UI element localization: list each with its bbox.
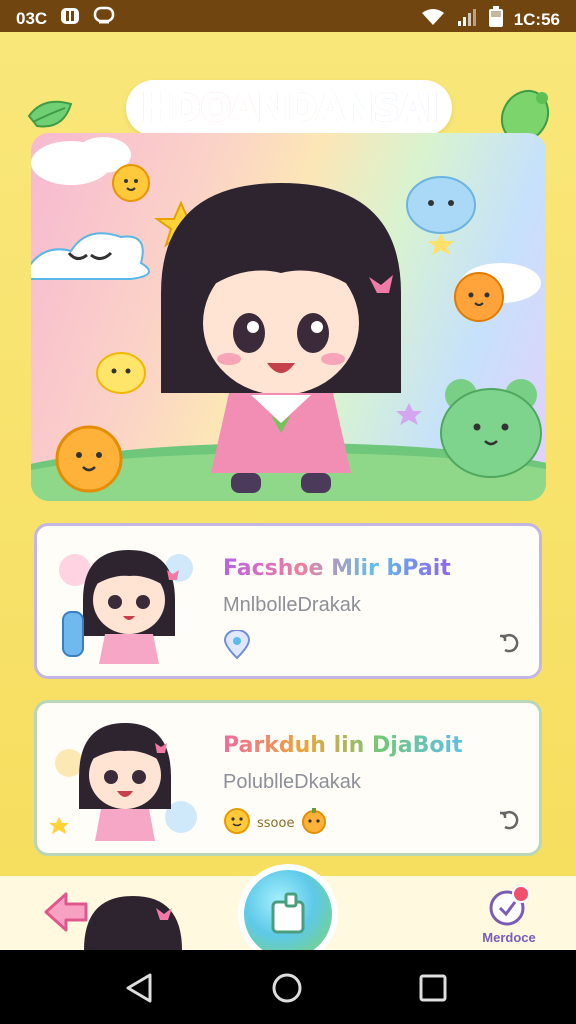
app-screen: HDOANDANSAI Facshoe Mlir bPait MnlbolleD… <box>0 32 576 950</box>
refresh-icon[interactable] <box>497 807 521 835</box>
location-pin-icon[interactable] <box>223 629 251 664</box>
card-subtitle: PolublleDkakak <box>223 771 361 793</box>
system-nav-bar <box>0 950 576 1024</box>
notification-icon <box>59 6 81 31</box>
bottom-nav: Merdoce <box>0 864 576 950</box>
list-card[interactable]: Facshoe Mlir bPait MnlbolleDrakak <box>34 523 542 679</box>
notification-badge-icon <box>489 885 530 926</box>
extra-label: ssooe <box>257 815 295 831</box>
nav-item-right[interactable]: Merdoce <box>474 884 544 945</box>
hero-illustration <box>31 133 546 501</box>
cup-icon <box>271 892 305 934</box>
list-card[interactable]: Parkduh lin DjaBoit PolublleDkakak ssooe <box>34 700 542 856</box>
wifi-icon <box>420 7 446 32</box>
cup-button[interactable] <box>238 864 338 950</box>
chat-bubble-icon <box>93 6 115 31</box>
card-title: Parkduh lin DjaBoit <box>223 733 463 758</box>
signal-icon <box>456 7 478 32</box>
status-time-right: 1C:56 <box>513 9 560 29</box>
recents-square-icon[interactable] <box>418 972 448 1008</box>
battery-icon <box>488 6 504 33</box>
pumpkin-icon <box>300 807 328 839</box>
leaf-icon <box>25 96 75 136</box>
avatar <box>49 540 199 664</box>
back-triangle-icon[interactable] <box>124 972 154 1008</box>
card-title: Facshoe Mlir bPait <box>223 556 451 581</box>
home-circle-icon[interactable] <box>271 972 303 1008</box>
refresh-icon[interactable] <box>497 630 521 658</box>
avatar <box>49 717 199 841</box>
app-title-text: HDOANDANSAI <box>140 86 441 131</box>
card-subtitle: MnlbolleDrakak <box>223 594 361 616</box>
nav-right-label: Merdoce <box>482 930 536 945</box>
app-title: HDOANDANSAI <box>126 80 452 136</box>
nav-avatar-peek <box>78 892 188 950</box>
card-extra: ssooe <box>223 807 328 839</box>
status-bar: 03C 1C:56 <box>0 0 576 32</box>
status-time-left: 03C <box>16 8 48 28</box>
smiley-icon <box>223 807 251 839</box>
card-extra <box>223 629 251 664</box>
